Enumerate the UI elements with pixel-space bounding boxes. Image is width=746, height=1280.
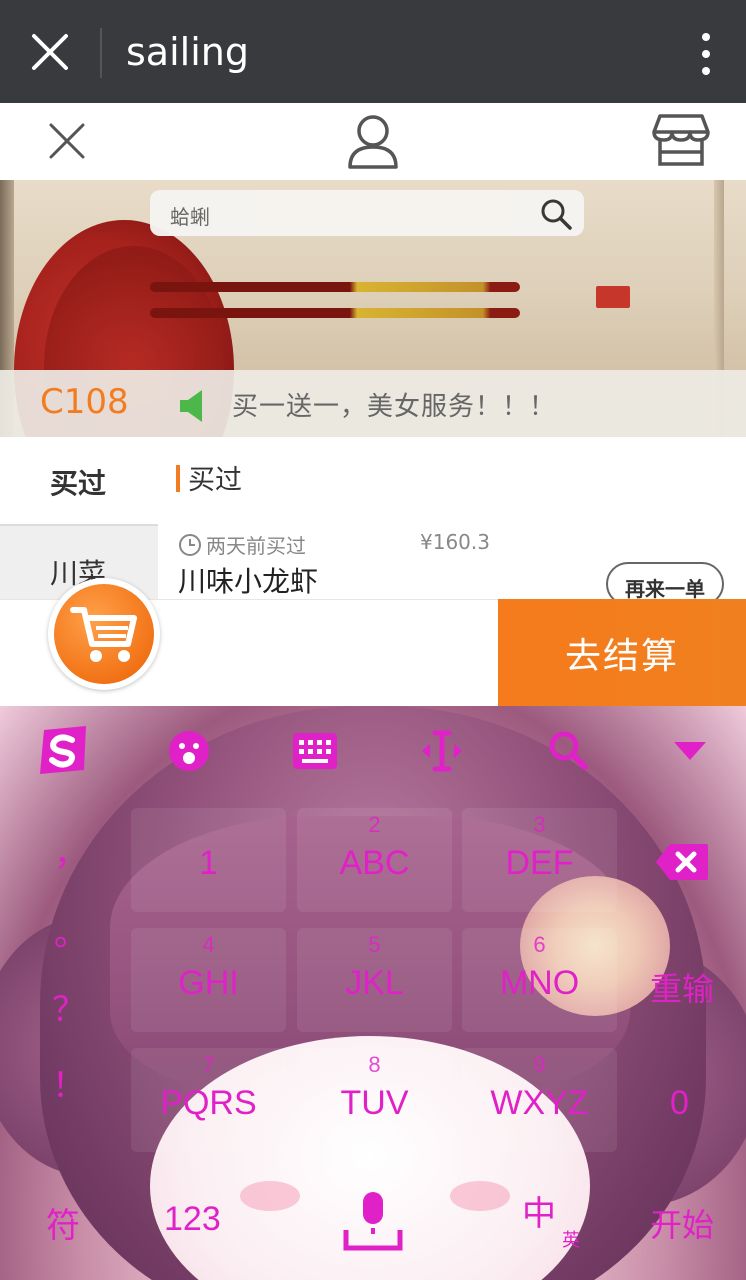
punct-key[interactable]: ！	[52, 1058, 86, 1107]
key-label: ABC	[339, 844, 410, 882]
keyboard-skin	[240, 1181, 300, 1211]
key-7[interactable]: 7 PQRS	[131, 1048, 286, 1152]
punct-key[interactable]: 。	[54, 906, 88, 955]
key-label: WXYZ	[490, 1084, 589, 1122]
user-icon[interactable]	[346, 112, 400, 170]
category-label: 买过	[50, 467, 107, 500]
language-switch-key[interactable]: 中	[522, 1186, 556, 1235]
clock-icon	[179, 534, 201, 556]
key-label: TUV	[340, 1084, 409, 1122]
chopstick	[150, 308, 520, 318]
key-number: 4	[202, 932, 215, 957]
cart-button[interactable]	[48, 578, 160, 690]
number-mode-key[interactable]: 123	[164, 1200, 221, 1239]
checkout-button[interactable]: 去结算	[498, 599, 746, 706]
table-code: C108	[40, 382, 129, 422]
sogou-logo-icon[interactable]	[36, 724, 92, 776]
backspace-icon[interactable]	[654, 842, 710, 882]
order-price: ¥160.3	[420, 530, 490, 554]
cart-icon	[70, 607, 137, 662]
symbols-key[interactable]: 符	[46, 1198, 80, 1247]
more-vertical-icon[interactable]	[700, 32, 712, 76]
emoji-icon[interactable]	[168, 730, 210, 772]
cart-button-face	[54, 584, 154, 684]
key-label: PQRS	[160, 1084, 257, 1122]
divider	[100, 28, 102, 78]
keyboard-skin	[450, 1181, 510, 1211]
key-4[interactable]: 4 GHI	[131, 928, 286, 1032]
order-time: 两天前买过	[206, 534, 306, 558]
notice-text: 买一送一，美女服务！！！	[232, 392, 557, 422]
close-icon[interactable]	[48, 122, 86, 160]
key-number: 9	[533, 1052, 546, 1077]
key-label: 1	[199, 844, 218, 882]
speaker-icon	[180, 390, 202, 422]
retype-key[interactable]: 重输	[650, 964, 714, 1010]
close-icon[interactable]	[30, 32, 70, 72]
key-number: 2	[368, 812, 381, 837]
key-number: 5	[368, 932, 381, 957]
key-6[interactable]: 6 MNO	[462, 928, 617, 1032]
reorder-label: 再来一单	[625, 577, 705, 601]
app-top-bar: sailing	[0, 0, 746, 103]
search-icon[interactable]	[540, 198, 572, 230]
chopstick	[150, 282, 520, 292]
language-switch-sub: 英	[562, 1230, 580, 1250]
key-label: DEF	[505, 844, 574, 882]
key-2[interactable]: 2 ABC	[297, 808, 452, 912]
stamp-mark	[596, 286, 630, 308]
punct-key[interactable]: ？	[52, 982, 86, 1031]
key-3[interactable]: 3 DEF	[462, 808, 617, 912]
key-number: 8	[368, 1052, 381, 1077]
key-5[interactable]: 5 JKL	[297, 928, 452, 1032]
key-label: JKL	[345, 964, 404, 1002]
search-placeholder: 蛤蜊	[170, 205, 210, 229]
key-number: 3	[533, 812, 546, 837]
cursor-icon[interactable]	[420, 730, 464, 772]
key-label: GHI	[178, 964, 239, 1002]
key-0[interactable]: 0	[670, 1084, 689, 1123]
search-icon[interactable]	[548, 730, 588, 770]
key-label: MNO	[499, 964, 580, 1002]
section-title: 买过	[188, 465, 242, 496]
key-1[interactable]: 1	[131, 808, 286, 912]
key-9[interactable]: 9 WXYZ	[462, 1048, 617, 1152]
keyboard-icon[interactable]	[292, 732, 338, 770]
category-item-bought[interactable]: 买过	[0, 437, 158, 523]
key-8[interactable]: 8 TUV	[297, 1048, 452, 1152]
dish-name[interactable]: 川味小龙虾	[178, 560, 318, 600]
start-key[interactable]: 开始	[650, 1200, 714, 1246]
checkout-label: 去结算	[564, 636, 679, 677]
hide-keyboard-icon[interactable]	[672, 740, 708, 762]
store-icon[interactable]	[652, 112, 710, 168]
punct-key[interactable]: ，	[54, 826, 88, 875]
search-box[interactable]: 蛤蜊	[150, 190, 584, 236]
page-title: sailing	[126, 30, 249, 74]
microphone-icon[interactable]	[340, 1190, 406, 1252]
key-number: 6	[533, 932, 546, 957]
key-number: 7	[202, 1052, 215, 1077]
section-marker	[176, 465, 180, 492]
